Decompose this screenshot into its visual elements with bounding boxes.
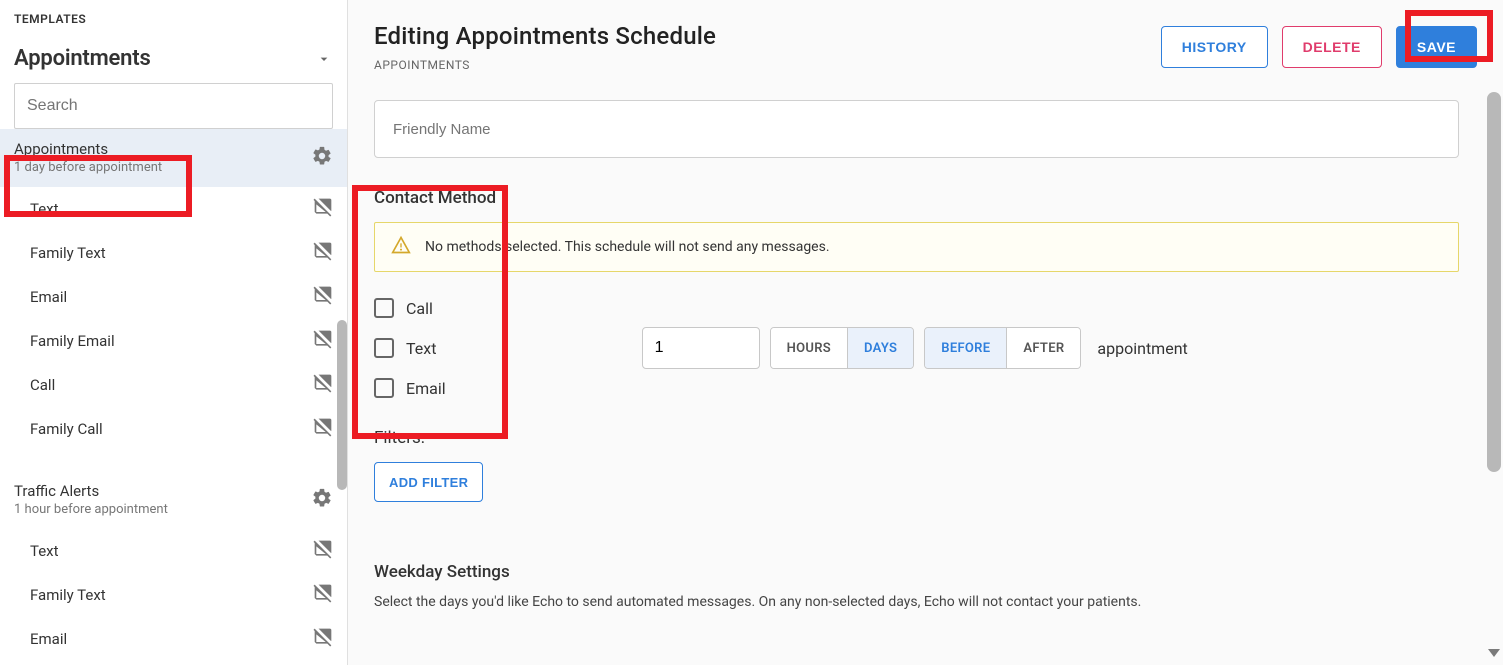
schedule-subtitle: 1 day before appointment <box>14 159 162 177</box>
speaker-notes-off-icon <box>313 417 333 441</box>
schedule-item-traffic-alerts[interactable]: Traffic Alerts 1 hour before appointment <box>0 471 347 529</box>
delete-button[interactable]: DELETE <box>1282 26 1382 68</box>
speaker-notes-off-icon <box>313 329 333 353</box>
speaker-notes-off-icon <box>313 627 333 651</box>
schedule-title: Traffic Alerts <box>14 481 168 501</box>
main-scrollbar[interactable] <box>1487 92 1501 472</box>
rel-before-button[interactable]: BEFORE <box>925 328 1007 368</box>
filters-section: Filters: ADD FILTER <box>374 428 1459 502</box>
warning-box: No methods selected. This schedule will … <box>374 222 1459 272</box>
template-item-family-call[interactable]: Family Call <box>0 407 347 451</box>
rel-after-button[interactable]: AFTER <box>1007 328 1080 368</box>
template-item-email[interactable]: Email <box>0 617 347 661</box>
template-label: Family Email <box>30 332 115 350</box>
timing-suffix: appointment <box>1097 339 1187 358</box>
template-label: Email <box>30 288 67 306</box>
checkbox-label: Call <box>406 299 433 318</box>
page-title: Editing Appointments Schedule <box>374 22 716 50</box>
checkbox-icon <box>374 378 394 398</box>
gear-icon[interactable] <box>311 487 333 513</box>
schedule-item-appointments[interactable]: Appointments 1 day before appointment <box>0 129 347 187</box>
checkbox-email[interactable]: Email <box>374 378 446 398</box>
template-label: Text <box>30 200 59 218</box>
unit-days-button[interactable]: DAYS <box>848 328 913 368</box>
filters-label: Filters: <box>374 428 1459 448</box>
weekday-desc: Select the days you'd like Echo to send … <box>374 594 1459 610</box>
contact-method-options: Call Text Email <box>374 298 446 398</box>
add-filter-button[interactable]: ADD FILTER <box>374 462 483 502</box>
main-content: Contact Method No methods selected. This… <box>348 90 1485 665</box>
search-input-container[interactable] <box>14 83 333 129</box>
sidebar: TEMPLATES Appointments Appointments 1 da… <box>0 0 348 665</box>
speaker-notes-off-icon <box>313 197 333 221</box>
friendly-name-input[interactable] <box>393 121 1440 138</box>
timing-unit-group: HOURS DAYS <box>770 327 915 369</box>
checkbox-label: Text <box>406 339 436 358</box>
section-title: Appointments <box>14 46 151 71</box>
template-label: Family Text <box>30 586 106 604</box>
schedule-list: Appointments 1 day before appointment Te… <box>0 129 347 665</box>
timing-number-input[interactable] <box>642 327 760 369</box>
speaker-notes-off-icon <box>313 539 333 563</box>
checkbox-icon <box>374 338 394 358</box>
speaker-notes-off-icon <box>313 373 333 397</box>
friendly-name-field[interactable] <box>374 100 1459 158</box>
template-item-family-email[interactable]: Family Email <box>0 319 347 363</box>
template-label: Family Text <box>30 244 106 262</box>
timing-controls: HOURS DAYS BEFORE AFTER appointment <box>642 327 1188 369</box>
save-button[interactable]: SAVE <box>1396 26 1477 68</box>
speaker-notes-off-icon <box>313 285 333 309</box>
gear-icon[interactable] <box>311 145 333 171</box>
template-item-family-text[interactable]: Family Text <box>0 231 347 275</box>
main-panel: Editing Appointments Schedule APPOINTMEN… <box>348 0 1503 665</box>
section-header-appointments[interactable]: Appointments <box>14 38 333 83</box>
schedule-title: Appointments <box>14 139 162 159</box>
schedule-subtitle: 1 hour before appointment <box>14 501 168 519</box>
template-label: Call <box>30 376 55 394</box>
warning-text: No methods selected. This schedule will … <box>425 239 830 255</box>
template-item-text[interactable]: Text <box>0 187 347 231</box>
search-input[interactable] <box>27 97 320 115</box>
checkbox-icon <box>374 298 394 318</box>
template-label: Text <box>30 542 59 560</box>
timing-relation-group: BEFORE AFTER <box>924 327 1081 369</box>
unit-hours-button[interactable]: HOURS <box>771 328 848 368</box>
speaker-notes-off-icon <box>313 241 333 265</box>
speaker-notes-off-icon <box>313 583 333 607</box>
template-label: Email <box>30 630 67 648</box>
scroll-down-caret-icon[interactable] <box>1488 649 1500 657</box>
template-label: Family Call <box>30 420 103 438</box>
history-button[interactable]: HISTORY <box>1161 26 1268 68</box>
contact-method-header: Contact Method <box>374 188 1459 208</box>
chevron-down-icon[interactable] <box>315 50 333 68</box>
template-item-email[interactable]: Email <box>0 275 347 319</box>
checkbox-text[interactable]: Text <box>374 338 446 358</box>
templates-heading: TEMPLATES <box>14 12 333 26</box>
weekday-title: Weekday Settings <box>374 562 1459 582</box>
breadcrumb: APPOINTMENTS <box>374 58 716 72</box>
weekday-section: Weekday Settings Select the days you'd l… <box>374 562 1459 610</box>
warning-icon <box>391 235 411 259</box>
sidebar-scrollbar[interactable] <box>337 320 347 490</box>
checkbox-label: Email <box>406 379 446 398</box>
template-item-call[interactable]: Call <box>0 363 347 407</box>
checkbox-call[interactable]: Call <box>374 298 446 318</box>
template-item-family-text[interactable]: Family Text <box>0 573 347 617</box>
template-item-text[interactable]: Text <box>0 529 347 573</box>
